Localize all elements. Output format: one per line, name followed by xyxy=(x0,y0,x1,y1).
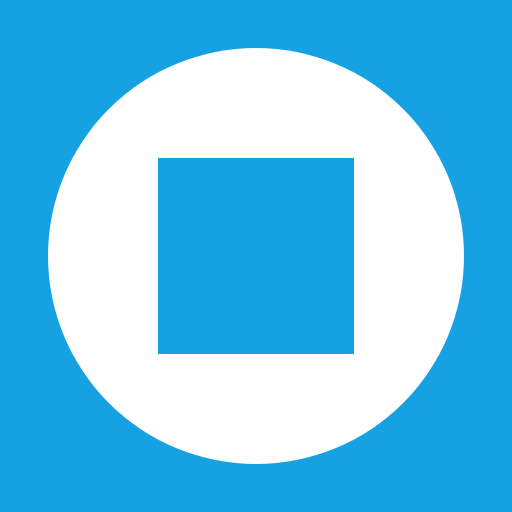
stop-square xyxy=(158,158,354,354)
stop-icon-tile xyxy=(0,0,512,512)
stop-icon[interactable] xyxy=(0,0,512,512)
